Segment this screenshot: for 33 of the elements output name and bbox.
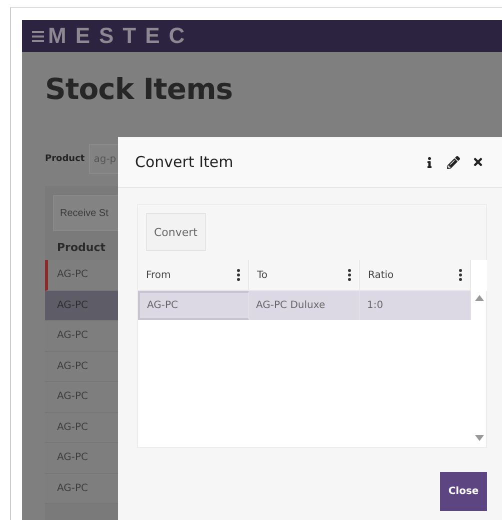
page-title: Stock Items	[45, 72, 234, 106]
table-row[interactable]: AG-PC	[45, 412, 118, 443]
column-title: Ratio	[368, 270, 394, 280]
logo: MESTEC	[48, 23, 194, 49]
column-title: From	[146, 270, 171, 280]
scroll-down-icon[interactable]	[474, 435, 484, 441]
table-row[interactable]: AG-PC	[45, 260, 118, 290]
column-header[interactable]: Ratio	[360, 260, 471, 291]
kebab-menu-icon[interactable]	[348, 269, 351, 281]
close-button[interactable]: Close	[440, 472, 487, 511]
column-header[interactable]: From	[138, 260, 249, 291]
close-icon[interactable]	[472, 156, 484, 168]
table-row[interactable]: AG-PC	[45, 290, 118, 321]
table-cell[interactable]: 1:0	[360, 291, 471, 320]
column-title: To	[257, 270, 268, 280]
kebab-menu-icon[interactable]	[237, 269, 240, 281]
pencil-icon[interactable]	[447, 156, 460, 168]
table-cell[interactable]: AG-PC	[138, 291, 249, 320]
dialog-title: Convert Item	[135, 153, 234, 171]
table-row[interactable]: AG-PC	[45, 443, 118, 474]
table-cell[interactable]: AG-PC Duluxe	[249, 291, 360, 320]
column-header[interactable]: Product	[45, 231, 118, 260]
convert-button[interactable]: Convert	[146, 213, 206, 251]
scroll-up-icon[interactable]	[474, 295, 484, 301]
table-row[interactable]: AG-PC	[45, 474, 118, 504]
kebab-menu-icon[interactable]	[459, 269, 462, 281]
filter-label: Product	[45, 154, 85, 164]
menu-icon[interactable]	[32, 30, 44, 42]
table-row[interactable]: AG-PC	[45, 382, 118, 412]
table-row[interactable]: AG-PC	[45, 352, 118, 382]
column-header[interactable]: To	[249, 260, 360, 291]
table-row[interactable]: AG-PC	[45, 321, 118, 352]
receive-button[interactable]: Receive St	[53, 195, 118, 231]
